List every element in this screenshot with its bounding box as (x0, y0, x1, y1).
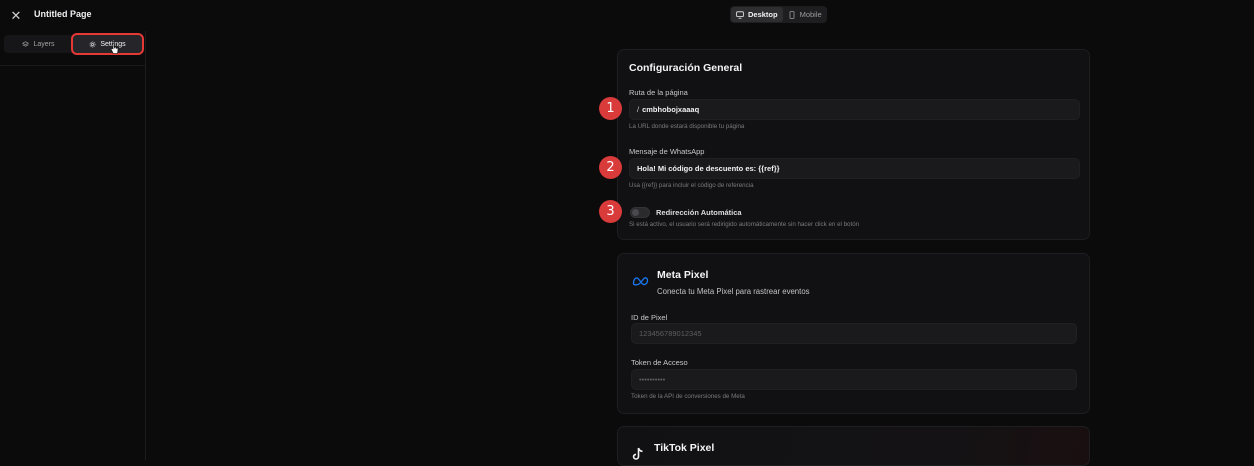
pixel-id-label: ID de Pixel (631, 313, 668, 322)
route-label: Ruta de la página (629, 88, 688, 97)
meta-pixel-card: Meta Pixel Conecta tu Meta Pixel para ra… (617, 253, 1090, 414)
pixel-id-placeholder: 123456789012345 (639, 329, 702, 338)
whatsapp-help: Usa {{ref}} para incluir el código de re… (629, 182, 754, 189)
mobile-label: Mobile (799, 10, 822, 19)
redirect-help: Si está activo, el usuario será redirigi… (629, 221, 860, 228)
general-title: Configuración General (629, 62, 743, 74)
gear-icon (90, 41, 96, 47)
meta-logo-icon (632, 277, 649, 286)
tiktok-pixel-title: TikTok Pixel (654, 442, 715, 454)
tiktok-logo-icon (632, 447, 643, 460)
page-title: Untitled Page (34, 9, 92, 19)
device-toggle: Desktop Mobile (730, 6, 827, 23)
tab-layers[interactable]: Layers (4, 35, 73, 53)
monitor-icon (736, 10, 744, 19)
meta-pixel-title: Meta Pixel (657, 269, 709, 281)
general-settings-card: Configuración General Ruta de la página … (617, 49, 1090, 240)
pixel-id-input[interactable]: 123456789012345 (631, 323, 1077, 344)
panel-tabs: Layers Settings (4, 33, 144, 55)
route-help: La URL donde estará disponible tu página (629, 123, 745, 130)
meta-pixel-subtitle: Conecta tu Meta Pixel para rastrear even… (657, 287, 810, 296)
route-prefix: / (637, 105, 640, 114)
top-bar: ✕ Untitled Page Desktop Mobile (0, 0, 1254, 31)
tab-layers-label: Layers (33, 40, 55, 48)
tiktok-pixel-card: TikTok Pixel (617, 426, 1090, 466)
desktop-label: Desktop (748, 10, 778, 19)
annotation-badge-1: 1 (599, 97, 622, 120)
access-token-help: Token de la API de conversiones de Meta (631, 393, 745, 400)
toggle-knob (632, 209, 639, 216)
close-icon[interactable]: ✕ (9, 8, 23, 22)
redirect-toggle[interactable] (630, 207, 650, 218)
mobile-toggle-button[interactable]: Mobile (783, 7, 827, 22)
access-token-placeholder: •••••••••• (639, 375, 666, 384)
tab-settings[interactable]: Settings (71, 33, 144, 55)
smartphone-icon (789, 10, 794, 19)
access-token-input[interactable]: •••••••••• (631, 369, 1077, 390)
route-value: cmbhobojxaaaq (642, 105, 700, 114)
annotation-badge-3: 3 (599, 200, 622, 223)
whatsapp-label: Mensaje de WhatsApp (629, 147, 705, 156)
pointer-cursor-icon (110, 42, 119, 54)
whatsapp-value: Hola! Mi código de descuento es: {{ref}} (637, 164, 780, 173)
redirect-label: Redirección Automática (656, 208, 742, 217)
layers-icon (22, 40, 30, 47)
annotation-badge-2: 2 (599, 156, 622, 179)
desktop-toggle-button[interactable]: Desktop (731, 7, 783, 22)
route-input[interactable]: / cmbhobojxaaaq (629, 99, 1080, 120)
access-token-label: Token de Acceso (631, 358, 688, 367)
whatsapp-message-input[interactable]: Hola! Mi código de descuento es: {{ref}} (629, 158, 1080, 179)
panel-divider (0, 65, 146, 66)
left-panel: Layers Settings (0, 31, 146, 460)
